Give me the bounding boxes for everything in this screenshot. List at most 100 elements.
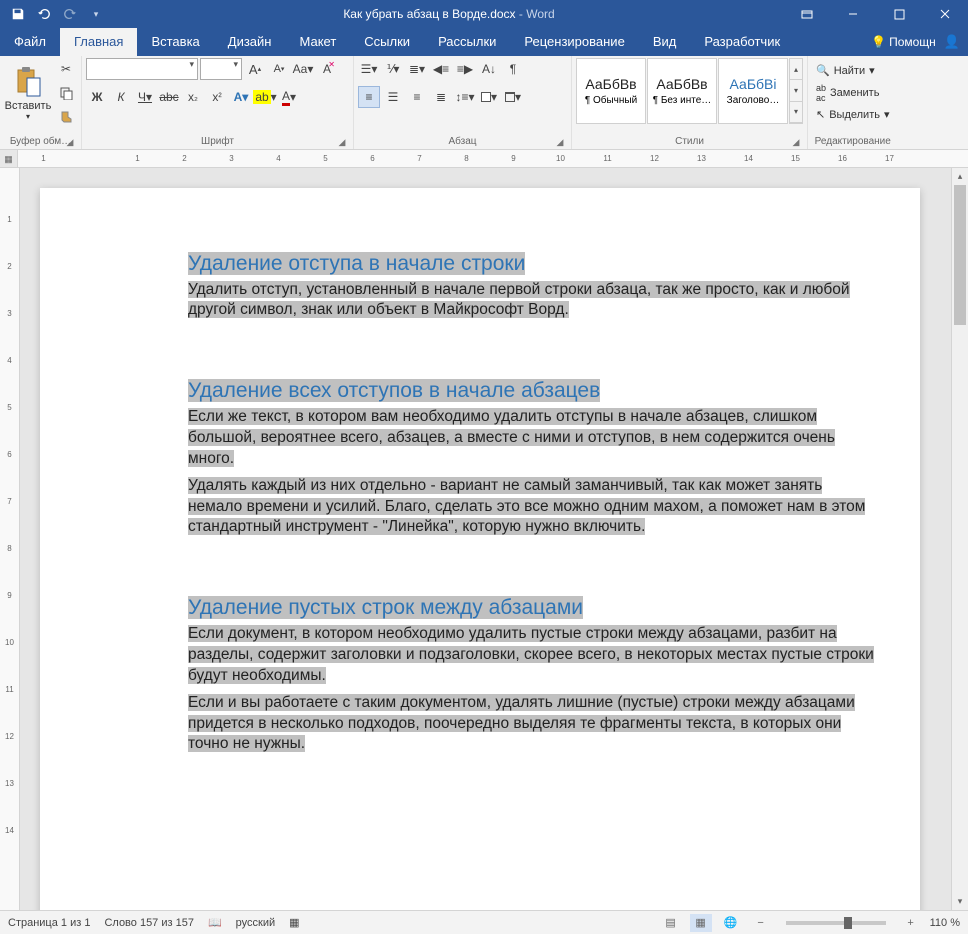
ruler-horizontal[interactable]: ▦ 11234567891011121314151617 [0,150,968,168]
tab-developer[interactable]: Разработчик [690,28,794,56]
underline-button[interactable]: Ч▾ [134,86,156,108]
font-size-combo[interactable] [200,58,242,80]
ribbon: Вставить ▾ ✂ Буфер обм…◢ A▴ A▾ Aa▾ A✕ Ж [0,56,968,150]
show-marks-button[interactable]: ¶ [502,58,524,80]
tab-file[interactable]: Файл [0,28,60,56]
borders-button[interactable]: ▾ [502,86,524,108]
decrease-indent-button[interactable]: ◀≡ [430,58,452,80]
tab-design[interactable]: Дизайн [214,28,286,56]
tab-layout[interactable]: Макет [285,28,350,56]
strikethrough-button[interactable]: abc [158,86,180,108]
paragraph-2: Если же текст, в котором вам необходимо … [188,407,880,470]
tab-view[interactable]: Вид [639,28,691,56]
zoom-slider[interactable] [786,921,886,925]
ruler-vertical[interactable]: 1234567891011121314 [0,168,20,910]
scroll-down[interactable]: ▾ [952,893,968,910]
change-case-button[interactable]: Aa▾ [292,58,314,80]
tab-mailings[interactable]: Рассылки [424,28,510,56]
print-layout-button[interactable]: ▦ [690,914,712,932]
replace-button[interactable]: abacЗаменить [812,82,894,103]
style-nospacing[interactable]: АаБбВв¶ Без инте… [647,58,717,124]
font-color-button[interactable]: A▾ [278,86,300,108]
zoom-out-button[interactable]: − [750,914,772,932]
scroll-track[interactable] [952,185,968,893]
superscript-button[interactable]: x² [206,86,228,108]
shrink-font-button[interactable]: A▾ [268,58,290,80]
align-left-button[interactable]: ≡ [358,86,380,108]
macro-icon[interactable]: ▦ [289,916,299,929]
ribbon-tabs: Файл Главная Вставка Дизайн Макет Ссылки… [0,28,968,56]
zoom-level[interactable]: 110 % [930,917,960,929]
font-name-combo[interactable] [86,58,198,80]
minimize-button[interactable] [830,0,876,28]
styles-scroll-down[interactable]: ▾ [790,80,802,101]
style-heading1[interactable]: АаБбВіЗаголово… [718,58,788,124]
subscript-button[interactable]: x₂ [182,86,204,108]
language[interactable]: русский [236,917,275,929]
close-button[interactable] [922,0,968,28]
clipboard-launcher[interactable]: ◢ [65,137,75,147]
styles-scroll-up[interactable]: ▴ [790,59,802,80]
align-right-button[interactable]: ≡ [406,86,428,108]
zoom-handle[interactable] [844,917,852,929]
document-page[interactable]: Удаление отступа в начале строки Удалить… [40,188,920,910]
account-icon[interactable]: 👤 [944,34,960,50]
paragraph-5: Если и вы работаете с таким документом, … [188,693,880,756]
styles-expand[interactable]: ▾ [790,102,802,123]
justify-button[interactable]: ≣ [430,86,452,108]
line-spacing-button[interactable]: ↕≡▾ [454,86,476,108]
scroll-thumb[interactable] [954,185,966,325]
web-layout-button[interactable]: 🌐 [720,914,742,932]
lightbulb-icon: 💡 [871,35,886,49]
font-launcher[interactable]: ◢ [337,137,347,147]
align-center-button[interactable]: ☰ [382,86,404,108]
ribbon-display-options[interactable] [784,0,830,28]
document-area: 1234567891011121314 Удаление отступа в н… [0,168,968,910]
read-mode-button[interactable]: ▤ [660,914,682,932]
shading-button[interactable]: ▾ [478,86,500,108]
proofing-icon[interactable]: 📖 [208,916,222,929]
bold-button[interactable]: Ж [86,86,108,108]
paragraph-launcher[interactable]: ◢ [555,137,565,147]
find-button[interactable]: 🔍Найти ▾ [812,60,894,81]
page-count[interactable]: Страница 1 из 1 [8,917,90,929]
tab-references[interactable]: Ссылки [350,28,424,56]
tab-home[interactable]: Главная [60,28,137,56]
save-button[interactable] [6,3,30,25]
maximize-button[interactable] [876,0,922,28]
ruler-corner[interactable]: ▦ [0,150,18,168]
copy-button[interactable] [55,82,77,104]
page-scroll[interactable]: Удаление отступа в начале строки Удалить… [20,168,951,910]
cut-button[interactable]: ✂ [55,58,77,80]
sort-button[interactable]: A↓ [478,58,500,80]
highlight-button[interactable]: ab▾ [254,86,276,108]
clear-format-button[interactable]: A✕ [316,58,338,80]
increase-indent-button[interactable]: ≡▶ [454,58,476,80]
word-count[interactable]: Слово 157 из 157 [104,917,194,929]
group-clipboard: Вставить ▾ ✂ Буфер обм…◢ [0,56,82,149]
numbering-button[interactable]: ⅟▾ [382,58,404,80]
select-button[interactable]: ↖Выделить ▾ [812,104,894,125]
zoom-in-button[interactable]: + [900,914,922,932]
italic-button[interactable]: К [110,86,132,108]
grow-font-button[interactable]: A▴ [244,58,266,80]
tell-me[interactable]: 💡Помощн [871,35,936,49]
multilevel-button[interactable]: ≣▾ [406,58,428,80]
qat-customize[interactable]: ▾ [84,3,108,25]
bullets-button[interactable]: ☰▾ [358,58,380,80]
format-painter-button[interactable] [55,106,77,128]
paste-button[interactable]: Вставить ▾ [4,58,52,128]
scroll-up[interactable]: ▴ [952,168,968,185]
quick-access-toolbar: ▾ [0,3,114,25]
text-effects-button[interactable]: A▾ [230,86,252,108]
heading-2: Удаление всех отступов в начале абзацев [188,379,600,402]
tab-insert[interactable]: Вставка [137,28,213,56]
style-normal[interactable]: АаБбВв¶ Обычный [576,58,646,124]
search-icon: 🔍 [816,64,830,77]
styles-scroll: ▴ ▾ ▾ [789,58,803,124]
tab-review[interactable]: Рецензирование [510,28,638,56]
redo-button[interactable] [58,3,82,25]
cursor-icon: ↖ [816,108,825,121]
styles-launcher[interactable]: ◢ [791,137,801,147]
undo-button[interactable] [32,3,56,25]
